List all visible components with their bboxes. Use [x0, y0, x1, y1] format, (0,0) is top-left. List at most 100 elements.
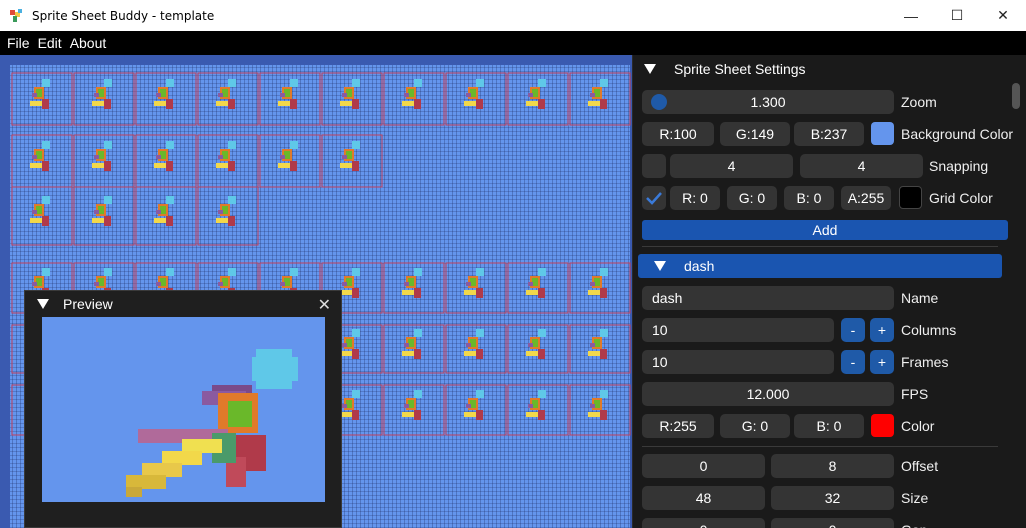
gap-x-field[interactable]: 0: [642, 518, 765, 528]
collapse-triangle-icon[interactable]: [37, 299, 49, 309]
sprite-pixel: [476, 79, 484, 87]
name-input[interactable]: dash: [642, 286, 894, 310]
grid-g-field[interactable]: G: 0: [727, 186, 777, 210]
sprite-pixel: [342, 93, 347, 97]
size-w-field[interactable]: 48: [642, 486, 765, 510]
columns-increment-button[interactable]: +: [870, 318, 894, 342]
snapping-checkbox[interactable]: [642, 154, 666, 178]
frames-increment-button[interactable]: +: [870, 350, 894, 374]
sprite-pixel: [600, 79, 608, 87]
sprite-pixel: [166, 141, 174, 149]
collapse-triangle-icon[interactable]: [644, 64, 656, 74]
sprite-pixel: [166, 196, 174, 204]
grid-color-swatch[interactable]: [899, 186, 922, 209]
zoom-slider-handle[interactable]: [651, 94, 668, 110]
preview-close-icon[interactable]: ✕: [318, 295, 331, 315]
sprite-pixel: [94, 155, 99, 159]
preview-header[interactable]: Preview ✕: [25, 291, 341, 317]
sprite-pixel: [94, 93, 99, 97]
offset-x-field[interactable]: 0: [642, 454, 765, 478]
sprite-pixel: [588, 351, 600, 356]
sprite-pixel: [352, 329, 360, 337]
anim-r-field[interactable]: R:255: [642, 414, 714, 438]
sprite-pixel: [228, 79, 236, 87]
sprite-pixel: [526, 290, 538, 295]
fps-label: FPS: [901, 386, 929, 402]
sprite-pixel: [92, 101, 104, 106]
minimize-button[interactable]: —: [888, 0, 934, 31]
close-window-button[interactable]: ✕: [980, 0, 1026, 31]
sprite-pixel: [476, 268, 484, 276]
sprite-pixel: [216, 218, 228, 223]
grid-checkbox[interactable]: [642, 186, 666, 210]
snap-y-field[interactable]: 4: [800, 154, 923, 178]
size-h-field[interactable]: 32: [771, 486, 894, 510]
sprite-pixel: [30, 163, 42, 168]
sprite-pixel: [476, 390, 484, 398]
sprite-pixel: [32, 282, 37, 286]
sprite-pixel: [278, 101, 290, 106]
scrollbar-thumb[interactable]: [1012, 83, 1020, 109]
menu-edit[interactable]: Edit: [38, 35, 62, 51]
sprite-pixel: [104, 216, 111, 226]
sprite-pixel: [538, 79, 546, 87]
anim-color-label: Color: [901, 418, 935, 434]
zoom-label: Zoom: [901, 94, 937, 110]
bg-b-field[interactable]: B:237: [794, 122, 864, 146]
bg-r-field[interactable]: R:100: [642, 122, 714, 146]
sprite-pixel: [92, 218, 104, 223]
sprite-pixel: [414, 268, 422, 276]
collapse-triangle-icon[interactable]: [654, 261, 666, 271]
sprite-pixel: [526, 351, 538, 356]
bg-color-label: Background Color: [901, 126, 1014, 142]
frames-decrement-button[interactable]: -: [841, 350, 865, 374]
sprite-pixel: [352, 268, 360, 276]
preview-frame: [42, 317, 325, 502]
sprite-pixel: [526, 101, 538, 106]
bg-color-swatch[interactable]: [871, 122, 894, 145]
sprite-pixel: [290, 79, 298, 87]
sprite-pixel: [590, 404, 595, 408]
settings-title: Sprite Sheet Settings: [674, 61, 806, 77]
snap-x-field[interactable]: 4: [670, 154, 793, 178]
window-title: Sprite Sheet Buddy - template: [32, 8, 215, 23]
menu-file[interactable]: File: [7, 35, 30, 51]
menu-about[interactable]: About: [70, 35, 107, 51]
sprite-pixel: [590, 343, 595, 347]
columns-decrement-button[interactable]: -: [841, 318, 865, 342]
offset-y-field[interactable]: 8: [771, 454, 894, 478]
bg-g-field[interactable]: G:149: [720, 122, 790, 146]
sprite-pixel: [104, 161, 111, 171]
grid-r-field[interactable]: R: 0: [670, 186, 720, 210]
sprite-pixel: [104, 79, 112, 87]
frames-input[interactable]: 10: [642, 350, 834, 374]
sprite-pixel: [528, 93, 533, 97]
sprite-pixel: [538, 99, 545, 109]
sprite-pixel: [352, 141, 360, 149]
maximize-button[interactable]: ☐: [934, 0, 980, 31]
animation-header-dash[interactable]: dash: [638, 254, 1002, 278]
anim-g-field[interactable]: G: 0: [720, 414, 790, 438]
anim-color-swatch[interactable]: [871, 414, 894, 437]
columns-input[interactable]: 10: [642, 318, 834, 342]
add-animation-button[interactable]: Add: [642, 220, 1008, 240]
sprite-pixel: [414, 329, 422, 337]
zoom-slider[interactable]: 1.300: [642, 90, 894, 114]
sprite-pixel: [156, 93, 161, 97]
panel-scrollbar[interactable]: [1012, 77, 1020, 528]
anim-b-field[interactable]: B: 0: [794, 414, 864, 438]
offset-label: Offset: [901, 458, 939, 474]
sprite-pixel: [290, 268, 298, 276]
sprite-pixel: [154, 101, 166, 106]
sprite-pixel: [476, 329, 484, 337]
gap-y-field[interactable]: 0: [771, 518, 894, 528]
sprite-pixel: [404, 404, 409, 408]
gap-label: Gap: [901, 518, 927, 528]
settings-header[interactable]: Sprite Sheet Settings: [633, 55, 1007, 83]
preview-window[interactable]: Preview ✕: [24, 290, 342, 528]
grid-b-field[interactable]: B: 0: [784, 186, 834, 210]
sprite-pixel: [42, 196, 50, 204]
sprite-pixel: [218, 282, 223, 286]
fps-input[interactable]: 12.000: [642, 382, 894, 406]
grid-a-field[interactable]: A:255: [841, 186, 891, 210]
